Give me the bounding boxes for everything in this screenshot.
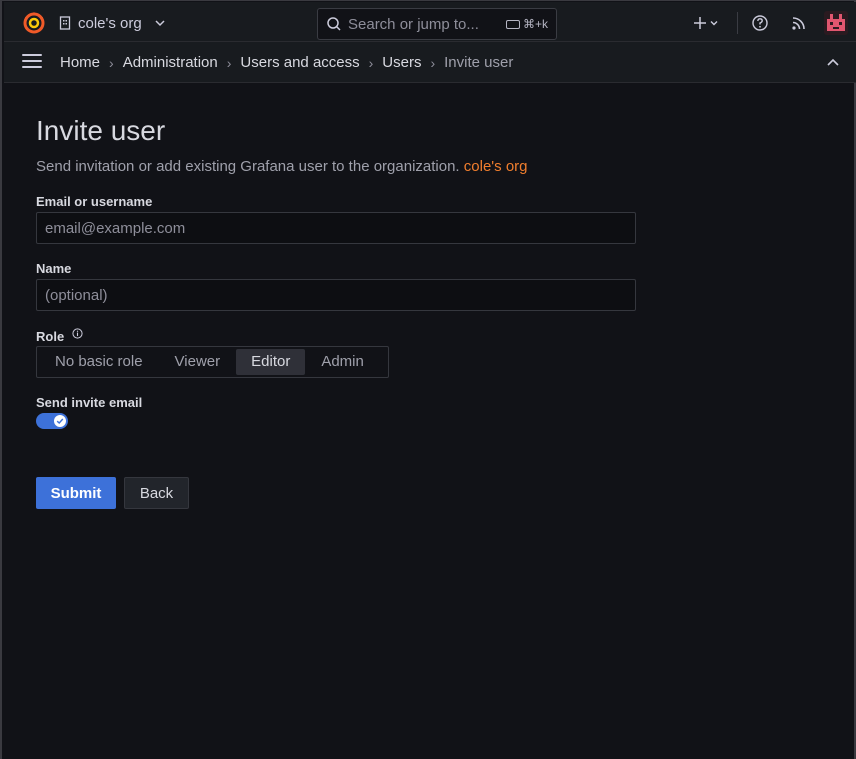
submit-button[interactable]: Submit (36, 477, 116, 509)
search-placeholder: Search or jump to... (348, 15, 479, 33)
name-field[interactable] (36, 279, 636, 311)
subtitle-text: Send invitation or add existing Grafana … (36, 158, 460, 175)
breadcrumb-users-and-access[interactable]: Users and access (240, 54, 359, 71)
avatar-icon (824, 11, 848, 35)
check-icon (56, 418, 64, 424)
role-label: Role (36, 329, 65, 344)
keyboard-icon (505, 19, 520, 29)
search-shortcut: ⌘+k (505, 17, 548, 31)
divider (737, 12, 738, 34)
org-link[interactable]: cole's org (464, 158, 528, 175)
org-switcher[interactable]: cole's org (58, 10, 168, 36)
org-name: cole's org (78, 14, 142, 32)
breadcrumb-administration[interactable]: Administration (123, 54, 218, 71)
help-button[interactable] (749, 12, 771, 34)
rss-icon (792, 17, 805, 30)
grafana-logo-icon[interactable] (22, 11, 46, 35)
back-button[interactable]: Back (124, 477, 189, 509)
breadcrumb-invite-user: Invite user (444, 54, 514, 71)
chevron-down-icon (155, 20, 165, 27)
info-icon[interactable] (72, 328, 83, 339)
role-selector: No basic role Viewer Editor Admin (36, 346, 389, 378)
role-option-editor[interactable]: Editor (236, 349, 306, 375)
org-icon (59, 16, 71, 30)
chevron-right-icon: › (109, 54, 114, 71)
avatar[interactable] (824, 11, 848, 35)
shortcut-text: ⌘+k (522, 17, 548, 31)
chevron-right-icon: › (430, 54, 436, 71)
send-invite-toggle[interactable] (36, 413, 68, 429)
breadcrumb-users[interactable]: Users (382, 54, 421, 71)
email-field[interactable] (36, 212, 636, 244)
top-bar: cole's org Search or jump to... ⌘+k (4, 2, 856, 42)
role-option-no-basic-role[interactable]: No basic role (39, 349, 159, 375)
breadcrumb: Home › Administration › Users and access… (60, 42, 513, 83)
search-bar[interactable]: Search or jump to... ⌘+k (317, 8, 557, 40)
role-option-viewer[interactable]: Viewer (159, 349, 237, 375)
search-icon (327, 17, 341, 31)
name-label: Name (36, 261, 72, 276)
page-subtitle: Send invitation or add existing Grafana … (36, 158, 528, 175)
news-button[interactable] (788, 12, 810, 34)
send-invite-label: Send invite email (36, 395, 143, 410)
breadcrumb-bar: Home › Administration › Users and access… (4, 42, 856, 83)
page-title: Invite user (36, 115, 166, 146)
email-label: Email or username (36, 194, 153, 209)
chevron-up-icon[interactable] (824, 54, 842, 72)
chevron-right-icon: › (368, 54, 374, 71)
plus-icon (694, 17, 706, 29)
app-window: cole's org Search or jump to... ⌘+k Home… (0, 0, 856, 759)
help-icon (752, 15, 768, 31)
role-label-row: Role (36, 328, 83, 344)
chevron-down-icon (710, 21, 718, 26)
new-menu-button[interactable] (688, 12, 724, 34)
menu-icon[interactable] (22, 54, 42, 70)
role-option-admin[interactable]: Admin (305, 349, 380, 375)
chevron-right-icon: › (226, 54, 232, 71)
breadcrumb-home[interactable]: Home (60, 54, 100, 71)
toggle-knob (54, 415, 66, 427)
